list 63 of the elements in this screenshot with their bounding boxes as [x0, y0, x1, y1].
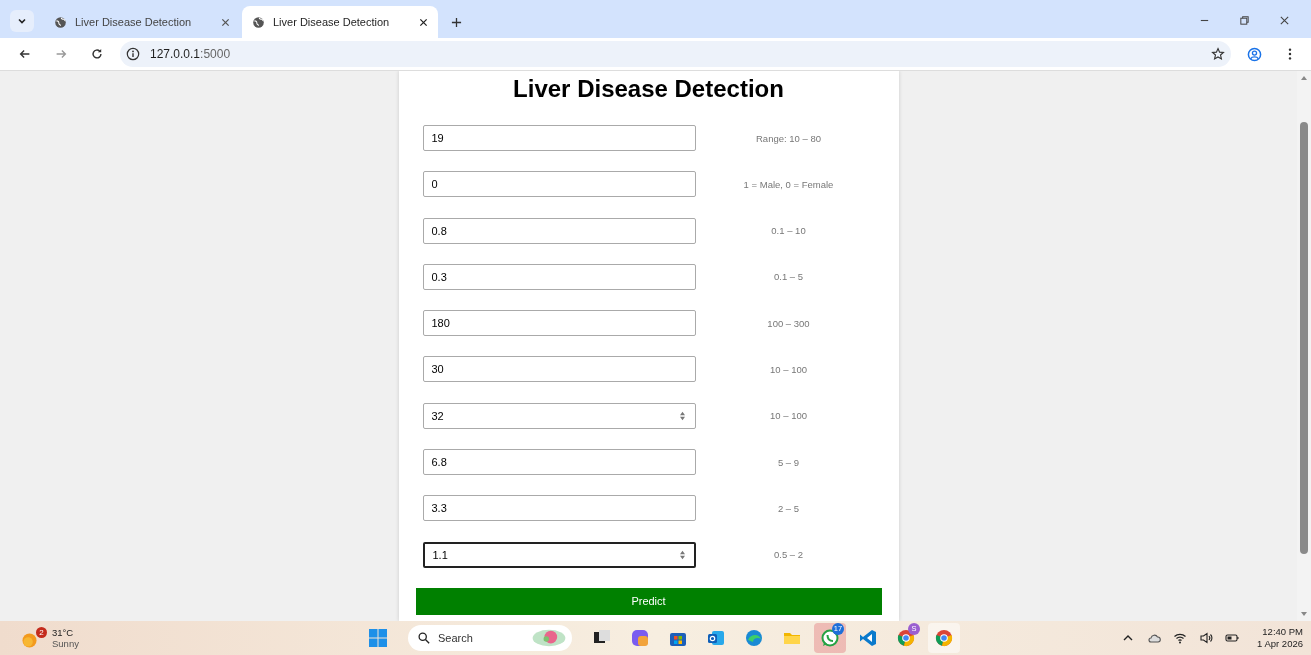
- number-input-field[interactable]: 0: [422, 171, 696, 198]
- range-hint: 5 – 9: [776, 456, 801, 468]
- close-icon[interactable]: [419, 17, 428, 27]
- chevron-down-icon: [17, 16, 27, 26]
- url-text[interactable]: 127.0.0.1:5000: [150, 47, 231, 61]
- range-hint: 10 – 100: [769, 364, 808, 375]
- gradient-square-icon: [630, 628, 650, 648]
- chrome-browser-icon: [896, 628, 916, 648]
- range-hint: 2 – 5: [776, 502, 801, 514]
- number-input-field[interactable]: 32: [422, 402, 696, 429]
- predict-button[interactable]: Predict: [415, 587, 882, 615]
- range-hint: 0.1 – 5: [772, 271, 805, 283]
- number-input-field[interactable]: 3.3: [422, 495, 696, 522]
- spinner-icon[interactable]: [678, 549, 686, 560]
- mail-app-icon: [706, 628, 726, 648]
- scrollbar-thumb[interactable]: [1300, 122, 1308, 554]
- browser-tab[interactable]: Liver Disease Detection: [242, 6, 438, 38]
- globe-icon: [252, 15, 265, 29]
- number-input-field[interactable]: 0.8: [422, 217, 696, 244]
- battery-icon[interactable]: [1225, 631, 1240, 645]
- notification-badge: 2: [36, 627, 47, 638]
- close-icon[interactable]: [1278, 14, 1290, 26]
- tab-list-button[interactable]: [10, 10, 34, 32]
- range-hint: 1 = Male, 0 = Female: [742, 178, 835, 190]
- page-title: Liver Disease Detection: [512, 75, 785, 103]
- profile-icon[interactable]: [1246, 46, 1262, 62]
- reload-icon[interactable]: [90, 47, 104, 61]
- spinner-icon[interactable]: [678, 410, 686, 421]
- number-input-field[interactable]: 1.1: [422, 541, 696, 568]
- range-hint: 0.5 – 2: [772, 549, 805, 561]
- more-menu-icon[interactable]: [1288, 47, 1292, 61]
- restore-icon[interactable]: [1238, 14, 1250, 26]
- speaker-icon[interactable]: [1199, 631, 1214, 645]
- scroll-down-icon[interactable]: [1300, 610, 1308, 618]
- number-input-field[interactable]: 6.8: [422, 449, 696, 476]
- code-editor-icon: [858, 628, 878, 648]
- browser-tab[interactable]: Liver Disease Detection: [44, 6, 240, 38]
- number-input-field[interactable]: 0.3: [422, 263, 696, 290]
- search-icon: [418, 632, 430, 644]
- address-bar[interactable]: 127.0.0.1:5000: [120, 41, 1231, 67]
- range-hint: 0.1 – 10: [770, 225, 807, 237]
- star-icon[interactable]: [1211, 47, 1225, 61]
- taskbar-search-field[interactable]: Search: [408, 625, 572, 651]
- back-arrow-icon[interactable]: [18, 47, 32, 61]
- windows-logo-icon: [368, 628, 388, 648]
- info-icon[interactable]: [126, 47, 140, 61]
- number-input-field[interactable]: 19: [422, 125, 696, 151]
- range-hint: 100 – 300: [766, 317, 811, 329]
- number-input-field[interactable]: 180: [422, 310, 696, 337]
- chrome-browser-icon: [934, 628, 954, 648]
- temperature-text: 31°C: [52, 627, 75, 638]
- forward-arrow-icon[interactable]: [54, 47, 68, 61]
- number-input-field[interactable]: 30: [422, 356, 696, 383]
- range-hint: Range: 10 – 80: [755, 132, 822, 144]
- taskbar-clock[interactable]: 12:40 PM 1 Apr 2026: [1257, 626, 1303, 650]
- range-hint: 10 – 100: [769, 410, 808, 422]
- weather-condition: Sunny: [52, 638, 79, 649]
- globe-icon: [54, 15, 67, 29]
- wave-browser-icon: [744, 628, 764, 648]
- scroll-up-icon[interactable]: [1300, 74, 1308, 82]
- plus-icon: [450, 16, 462, 28]
- wifi-icon[interactable]: [1173, 631, 1188, 645]
- flower-icon: [530, 628, 568, 648]
